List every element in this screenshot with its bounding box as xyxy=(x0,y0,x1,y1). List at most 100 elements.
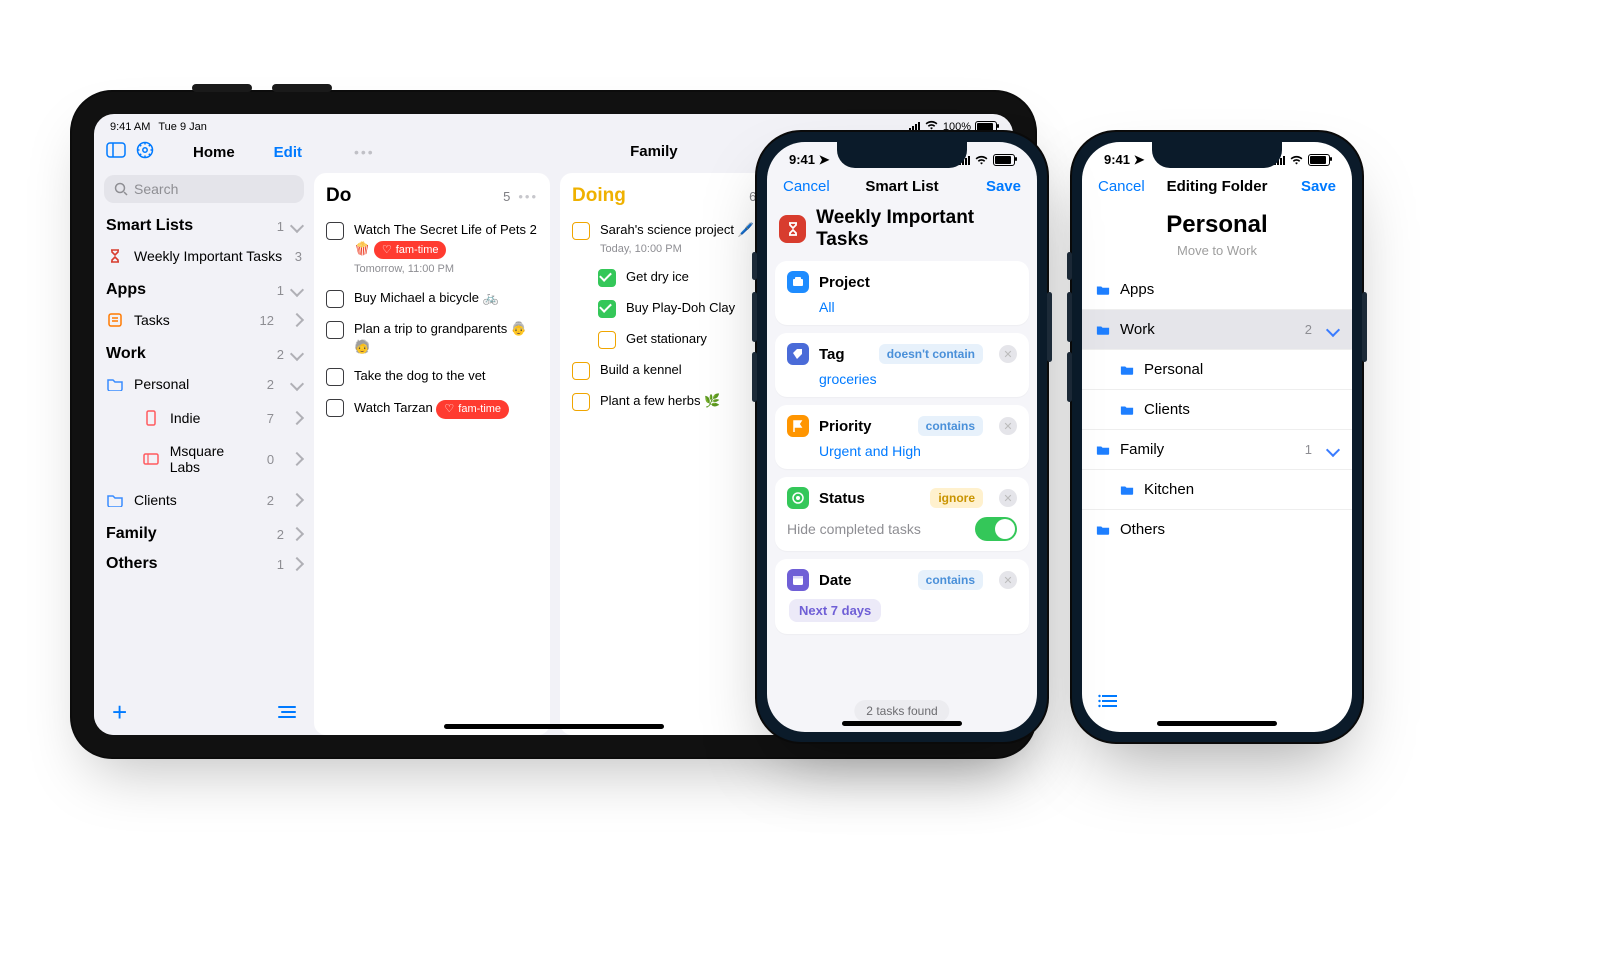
section-count: 1 xyxy=(277,219,284,234)
drag-handle-icon[interactable]: ••• xyxy=(354,144,375,160)
project-icon xyxy=(142,409,160,427)
condition-chip[interactable]: ignore xyxy=(930,488,983,508)
section-work[interactable]: Work 2 xyxy=(94,337,314,367)
section-smart-lists[interactable]: Smart Lists 1 xyxy=(94,209,314,239)
side-button xyxy=(1067,292,1072,342)
cancel-button[interactable]: Cancel xyxy=(783,178,839,195)
list-view-icon[interactable] xyxy=(278,705,296,719)
sidebar-item-indie[interactable]: Indie 7 xyxy=(94,401,314,435)
side-button xyxy=(752,292,757,342)
item-count: 2 xyxy=(267,493,274,508)
task-item[interactable]: Watch The Secret Life of Pets 2 🍿 ♡ fam-… xyxy=(326,215,538,283)
folder-item-work[interactable]: Work2 xyxy=(1082,309,1352,349)
condition-chip[interactable]: contains xyxy=(918,570,983,590)
column-more-icon[interactable]: ••• xyxy=(518,189,538,204)
folder-item-personal[interactable]: Personal xyxy=(1082,349,1352,389)
filter-label: Tag xyxy=(819,346,869,363)
folder-item-others[interactable]: Others xyxy=(1082,509,1352,549)
checkbox[interactable] xyxy=(326,290,344,308)
item-label: Indie xyxy=(170,410,200,426)
checkbox-checked[interactable] xyxy=(598,269,616,287)
section-count: 2 xyxy=(277,527,284,542)
checkbox[interactable] xyxy=(598,331,616,349)
filter-status[interactable]: Status ignore ✕ Hide completed tasks xyxy=(775,477,1029,551)
settings-gear-icon[interactable] xyxy=(136,141,154,163)
search-input[interactable]: Search xyxy=(104,175,304,203)
folder-item-clients[interactable]: Clients xyxy=(1082,389,1352,429)
column-title: Doing xyxy=(572,185,626,207)
filter-label: Date xyxy=(819,572,908,589)
section-others[interactable]: Others 1 xyxy=(94,547,314,577)
filter-value[interactable]: Urgent and High xyxy=(819,443,1017,459)
clear-icon[interactable]: ✕ xyxy=(999,489,1017,507)
task-tag[interactable]: ♡ fam-time xyxy=(436,400,509,419)
home-indicator xyxy=(444,724,664,729)
clear-icon[interactable]: ✕ xyxy=(999,571,1017,589)
checkbox[interactable] xyxy=(326,368,344,386)
folder-icon xyxy=(1096,283,1110,296)
task-item[interactable]: Watch Tarzan ♡ fam-time xyxy=(326,392,538,425)
folder-item-family[interactable]: Family1 xyxy=(1082,429,1352,469)
cancel-button[interactable]: Cancel xyxy=(1098,178,1154,195)
checkbox[interactable] xyxy=(326,399,344,417)
item-label: Tasks xyxy=(134,312,170,328)
clear-icon[interactable]: ✕ xyxy=(999,417,1017,435)
section-label: Others xyxy=(106,555,158,573)
chevron-right-icon xyxy=(290,452,304,466)
condition-chip[interactable]: contains xyxy=(918,416,983,436)
move-hint: Move to Work xyxy=(1082,243,1352,258)
sidebar-item-personal[interactable]: Personal 2 xyxy=(94,367,314,401)
folder-icon xyxy=(1096,323,1110,336)
item-count: 3 xyxy=(295,249,302,264)
date-value-chip[interactable]: Next 7 days xyxy=(789,599,881,622)
task-tag[interactable]: ♡ fam-time xyxy=(374,241,447,260)
folder-title: Personal xyxy=(1082,211,1352,239)
section-family[interactable]: Family 2 xyxy=(94,517,314,547)
edit-button[interactable]: Edit xyxy=(274,144,302,161)
list-view-icon[interactable] xyxy=(1098,693,1118,714)
sidebar-item-tasks[interactable]: Tasks 12 xyxy=(94,303,314,337)
filter-date[interactable]: Date contains ✕ Next 7 days xyxy=(775,559,1029,634)
checkbox[interactable] xyxy=(572,362,590,380)
task-item[interactable]: Plan a trip to grandparents 👵 🧓 xyxy=(326,314,538,361)
search-icon xyxy=(114,182,128,196)
folder-name: Kitchen xyxy=(1144,481,1194,498)
folder-item-kitchen[interactable]: Kitchen xyxy=(1082,469,1352,509)
filter-label: Priority xyxy=(819,418,908,435)
clear-icon[interactable]: ✕ xyxy=(999,345,1017,363)
sidebar-item-clients[interactable]: Clients 2 xyxy=(94,483,314,517)
task-item[interactable]: Buy Michael a bicycle 🚲 xyxy=(326,283,538,314)
filter-value[interactable]: All xyxy=(819,299,1017,315)
condition-chip[interactable]: doesn't contain xyxy=(879,344,983,364)
add-button[interactable]: + xyxy=(112,699,127,725)
checkbox[interactable] xyxy=(572,222,590,240)
save-button[interactable]: Save xyxy=(965,178,1021,195)
task-item[interactable]: Take the dog to the vet xyxy=(326,361,538,392)
results-count: 2 tasks found xyxy=(854,700,949,722)
folder-icon xyxy=(1120,483,1134,496)
folder-icon xyxy=(1120,363,1134,376)
checkbox[interactable] xyxy=(326,321,344,339)
folder-item-apps[interactable]: Apps xyxy=(1082,270,1352,309)
hide-completed-label: Hide completed tasks xyxy=(787,521,965,537)
folder-list: Apps Work2 Personal Clients Family1 Kitc… xyxy=(1082,270,1352,549)
sidebar-toggle-icon[interactable] xyxy=(106,142,126,162)
battery-icon xyxy=(1308,154,1330,166)
filter-priority[interactable]: Priority contains ✕ Urgent and High xyxy=(775,405,1029,469)
filter-tag[interactable]: Tag doesn't contain ✕ groceries xyxy=(775,333,1029,397)
filter-project[interactable]: Project All xyxy=(775,261,1029,325)
sidebar-item-weekly-important[interactable]: Weekly Important Tasks 3 xyxy=(94,239,314,273)
tag-icon xyxy=(787,343,809,365)
checkbox[interactable] xyxy=(326,222,344,240)
section-apps[interactable]: Apps 1 xyxy=(94,273,314,303)
section-label: Family xyxy=(106,525,157,543)
checkbox-checked[interactable] xyxy=(598,300,616,318)
hide-completed-toggle[interactable] xyxy=(975,517,1017,541)
nav-bar: Cancel Editing Folder Save xyxy=(1082,168,1352,205)
folder-name: Others xyxy=(1120,521,1165,538)
checkbox[interactable] xyxy=(572,393,590,411)
priority-icon xyxy=(787,415,809,437)
sidebar-item-msquare[interactable]: Msquare Labs 0 xyxy=(94,435,314,483)
save-button[interactable]: Save xyxy=(1280,178,1336,195)
filter-value[interactable]: groceries xyxy=(819,371,1017,387)
